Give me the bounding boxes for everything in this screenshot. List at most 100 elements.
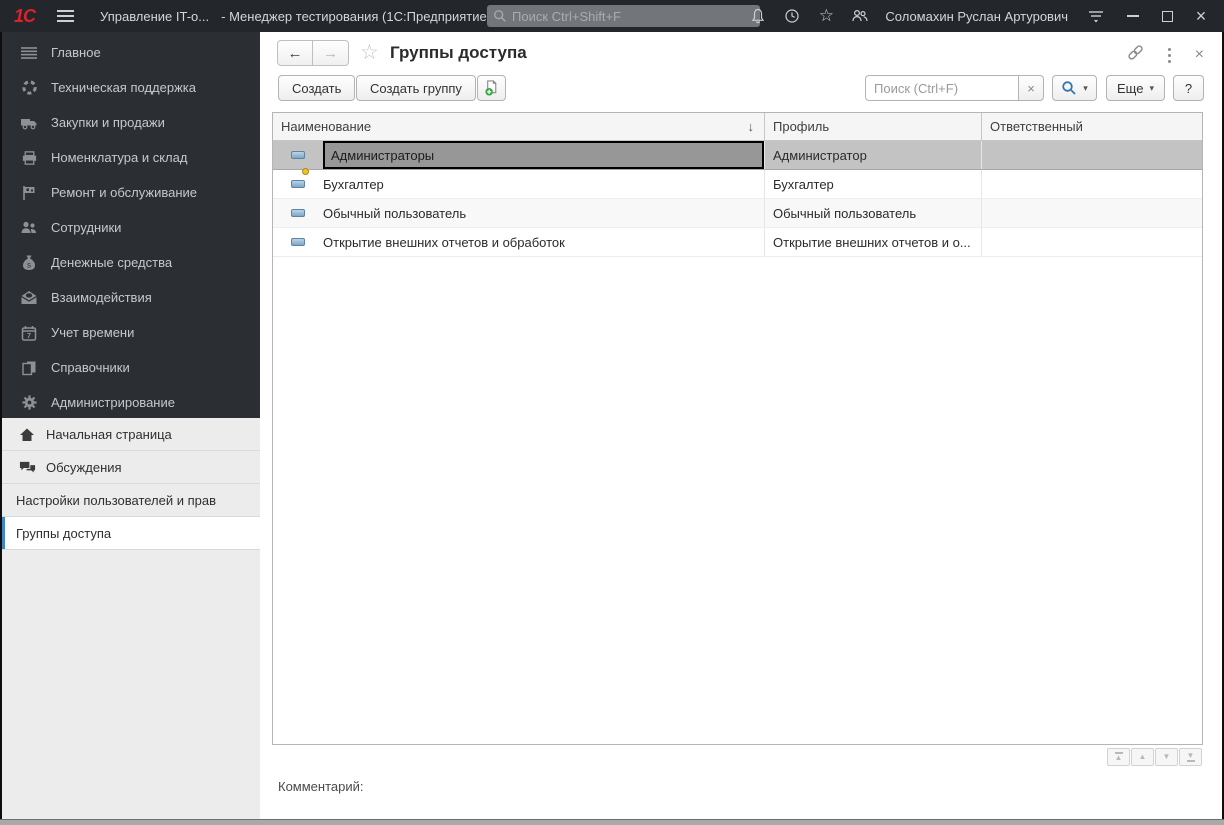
favorites-star-icon[interactable]: ☆ <box>809 0 843 32</box>
get-link-icon[interactable] <box>1127 44 1144 66</box>
cell-responsible[interactable] <box>982 170 1202 198</box>
sidebar-item-tech-support[interactable]: Техническая поддержка <box>2 70 260 105</box>
sidebar-item-employees[interactable]: Сотрудники <box>2 210 260 245</box>
sidebar-item-access-groups[interactable]: Группы доступа <box>2 517 260 550</box>
form-header-icons: × <box>1127 44 1204 66</box>
users-icon[interactable] <box>843 0 877 32</box>
history-icon[interactable] <box>775 0 809 32</box>
sidebar-item-money[interactable]: s Денежные средства <box>2 245 260 280</box>
form-close-icon[interactable]: × <box>1195 47 1204 63</box>
sidebar-item-label: Настройки пользователей и прав <box>16 492 217 508</box>
cell-name-focused[interactable]: Администраторы <box>323 141 764 169</box>
sidebar-item-label: Главное <box>51 45 101 60</box>
forward-button[interactable]: → <box>313 40 349 66</box>
cell-profile[interactable]: Обычный пользователь <box>765 199 982 227</box>
people-icon <box>20 219 38 237</box>
current-user-name[interactable]: Соломахин Руслан Артурович <box>885 9 1068 24</box>
sidebar-item-home[interactable]: Начальная страница <box>2 418 260 451</box>
sidebar-sections: Главное Техническая поддержка Закупки и … <box>2 32 260 418</box>
list-search-input[interactable] <box>865 75 1019 101</box>
truck-icon <box>20 114 38 132</box>
list-search-group: × <box>865 75 1044 101</box>
window-close-button[interactable]: × <box>1184 0 1218 32</box>
access-groups-table: Наименование ↓ Профиль Ответственный Адм… <box>272 112 1203 745</box>
table-row[interactable]: Администраторы Администратор <box>273 141 1202 175</box>
sidebar-item-label: Справочники <box>51 360 130 375</box>
table-header: Наименование ↓ Профиль Ответственный <box>273 113 1202 141</box>
access-group-icon <box>273 238 323 246</box>
search-options-button[interactable]: ▾ <box>1052 75 1097 101</box>
more-menu-dots-icon[interactable] <box>1167 46 1171 64</box>
create-button[interactable]: Создать <box>278 75 356 101</box>
column-header-profile[interactable]: Профиль <box>765 113 982 140</box>
svg-text:7: 7 <box>27 331 31 340</box>
sidebar-item-label: Денежные средства <box>51 255 173 270</box>
add-favorite-star-icon[interactable]: ☆ <box>360 40 379 65</box>
app-name: Управление IT-о... <box>100 8 210 24</box>
global-search-box[interactable] <box>487 5 760 27</box>
sidebar: Главное Техническая поддержка Закупки и … <box>2 32 260 819</box>
clear-search-icon[interactable]: × <box>1019 75 1044 101</box>
copy-item-button[interactable] <box>477 75 506 101</box>
table-row[interactable]: Открытие внешних отчетов и обработок Отк… <box>273 228 1202 257</box>
cell-responsible[interactable] <box>982 228 1202 256</box>
back-button[interactable]: ← <box>277 40 313 66</box>
access-group-icon <box>273 180 323 188</box>
sidebar-item-label: Техническая поддержка <box>51 80 196 95</box>
service-menu-icon[interactable] <box>1076 0 1116 32</box>
page-title: Группы доступа <box>390 43 527 62</box>
sidebar-item-discussions[interactable]: Обсуждения <box>2 451 260 484</box>
calendar-7-icon: 7 <box>20 324 38 342</box>
column-header-responsible[interactable]: Ответственный <box>982 113 1202 140</box>
sidebar-item-label: Группы доступа <box>16 525 112 541</box>
cell-responsible[interactable] <box>982 141 1202 169</box>
scroll-to-top-button[interactable]: ▲ <box>1107 748 1130 766</box>
global-search-input[interactable] <box>512 8 754 24</box>
main-menu-icon[interactable] <box>57 10 75 22</box>
minimize-button[interactable] <box>1116 0 1150 32</box>
app-subtitle: - Менеджер тестирования (1С:Предприятие) <box>221 8 492 24</box>
table-row[interactable]: Обычный пользователь Обычный пользовател… <box>273 199 1202 228</box>
sidebar-item-purchases-sales[interactable]: Закупки и продажи <box>2 105 260 140</box>
main-content: ← → ☆ Группы доступа × Создать Создать г… <box>260 32 1222 819</box>
cell-profile[interactable]: Бухгалтер <box>765 170 982 198</box>
more-actions-button[interactable]: Еще ▾ <box>1106 75 1165 101</box>
sidebar-item-repair-maintenance[interactable]: Ремонт и обслуживание <box>2 175 260 210</box>
window-titlebar: 1С Управление IT-о... - Менеджер тестиро… <box>0 0 1224 32</box>
printer-box-icon <box>20 149 38 167</box>
sidebar-item-label: Сотрудники <box>51 220 122 235</box>
table-row[interactable]: Бухгалтер Бухгалтер <box>273 170 1202 199</box>
sidebar-item-nomenclature-warehouse[interactable]: Номенклатура и склад <box>2 140 260 175</box>
gear-icon <box>20 394 38 412</box>
cell-profile[interactable]: Открытие внешних отчетов и о... <box>765 228 982 256</box>
cell-responsible[interactable] <box>982 199 1202 227</box>
chevron-down-icon: ▾ <box>1149 82 1154 93</box>
help-button[interactable]: ? <box>1173 75 1204 101</box>
sidebar-item-time-tracking[interactable]: 7 Учет времени <box>2 315 260 350</box>
scroll-to-bottom-button[interactable]: ▼ <box>1179 748 1202 766</box>
sidebar-item-administration[interactable]: Администрирование <box>2 385 260 420</box>
sidebar-item-user-rights-settings[interactable]: Настройки пользователей и прав <box>2 484 260 517</box>
history-nav-group: ← → <box>277 40 349 66</box>
cell-name: Обычный пользователь <box>323 205 467 221</box>
sidebar-item-label: Начальная страница <box>46 426 172 442</box>
notifications-bell-icon[interactable] <box>741 0 775 32</box>
sort-descending-icon: ↓ <box>747 119 755 134</box>
access-group-icon <box>273 151 323 175</box>
sidebar-item-label: Администрирование <box>51 395 175 410</box>
create-group-button[interactable]: Создать группу <box>356 75 476 101</box>
cell-profile[interactable]: Администратор <box>765 141 982 169</box>
cell-name: Бухгалтер <box>323 176 384 192</box>
flag-icon <box>20 184 38 202</box>
sidebar-item-directories[interactable]: Справочники <box>2 350 260 385</box>
column-header-name[interactable]: Наименование ↓ <box>273 113 765 140</box>
sidebar-item-main[interactable]: Главное <box>2 35 260 70</box>
sidebar-item-interactions[interactable]: Взаимодействия <box>2 280 260 315</box>
money-bag-icon: s <box>20 254 38 272</box>
access-group-icon <box>273 209 323 217</box>
scroll-up-button[interactable]: ▲ <box>1131 748 1154 766</box>
copy-document-icon <box>485 80 497 96</box>
maximize-button[interactable] <box>1150 0 1184 32</box>
scroll-down-button[interactable]: ▼ <box>1155 748 1178 766</box>
home-icon <box>18 425 36 443</box>
